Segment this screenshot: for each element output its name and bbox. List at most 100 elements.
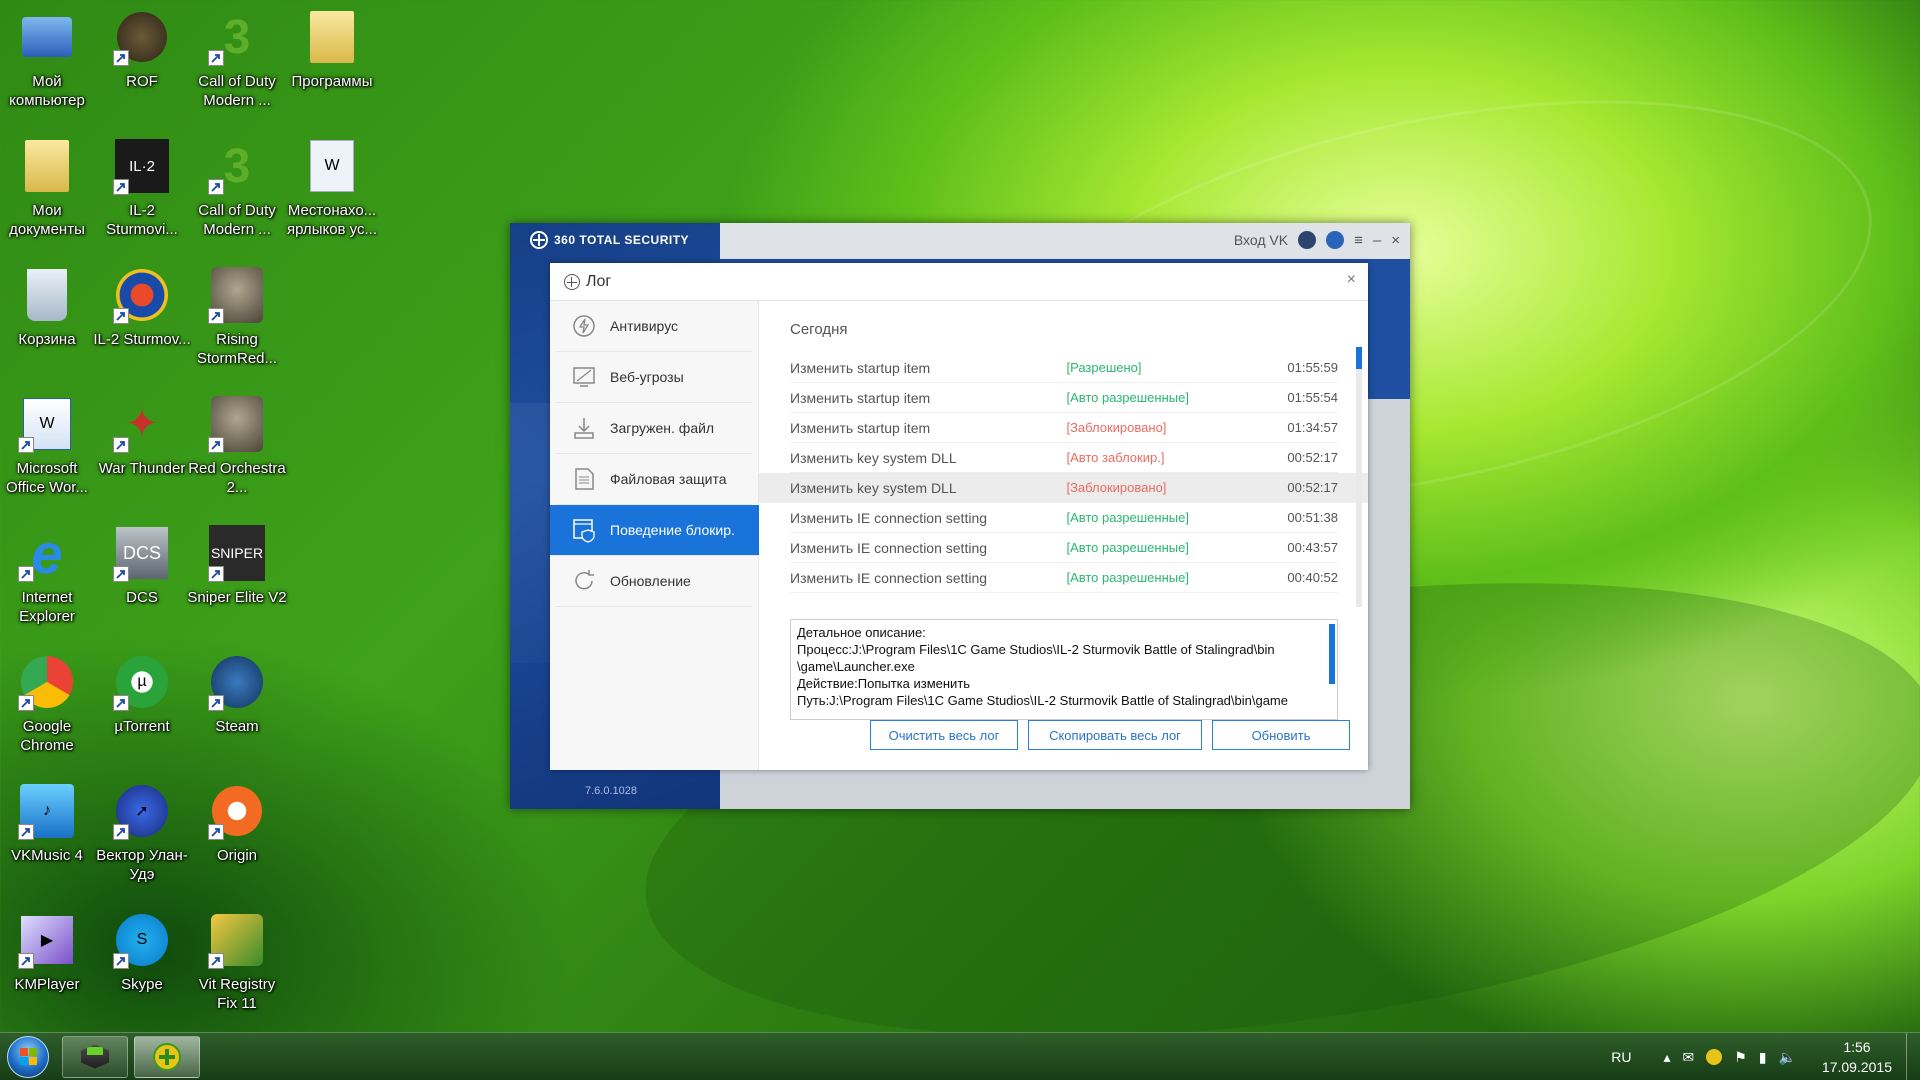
- detail-scrollbar[interactable]: [1329, 624, 1335, 684]
- nav-item-downloaded-file[interactable]: Загружен. файл: [556, 403, 752, 454]
- login-vk-link[interactable]: Вход VK: [1234, 232, 1288, 248]
- log-time: 00:52:17: [1287, 450, 1338, 465]
- log-row[interactable]: Изменить startup item [Авто разрешенные] 0…: [790, 383, 1338, 413]
- log-row[interactable]: Изменить key system DLL [Авто заблокир.] 0…: [790, 443, 1338, 473]
- desktop-icon-label: War Thunder: [98, 460, 186, 477]
- log-scrollbar[interactable]: [1356, 347, 1362, 607]
- taskbar-app-green-cube[interactable]: [62, 1035, 128, 1078]
- desktop-icon-label: Microsoft Office Wor...: [6, 460, 88, 496]
- network-icon[interactable]: ▮: [1759, 1049, 1767, 1066]
- menu-icon[interactable]: ≡: [1354, 232, 1363, 249]
- refresh-button[interactable]: Обновить: [1212, 720, 1350, 750]
- desktop-icon-programs-folder[interactable]: Программы: [285, 6, 379, 134]
- app-brand: 360 TOTAL SECURITY: [530, 231, 689, 249]
- desktop-icon-recycle-bin[interactable]: Корзина: [0, 264, 94, 392]
- plus-circle-icon: [153, 1042, 181, 1071]
- desktop-icon-red-orchestra[interactable]: Red Orchestra 2...: [188, 393, 286, 521]
- desktop-icon-origin[interactable]: Origin: [190, 780, 284, 908]
- shirt-icon[interactable]: [1326, 231, 1345, 249]
- desktop-icon-call-of-duty[interactable]: 3 Call of Duty Modern ...: [190, 6, 284, 134]
- desktop-icon-label: IL-2 Sturmov...: [93, 331, 191, 348]
- shortcut-arrow-icon: [208, 566, 224, 582]
- desktop-icon-vkmusic[interactable]: ♪ VKMusic 4: [0, 780, 94, 908]
- desktop-icon-rof[interactable]: ROF: [95, 6, 189, 134]
- copy-log-button[interactable]: Скопировать весь лог: [1028, 720, 1202, 750]
- desktop-icon-call-of-duty-2[interactable]: 3 Call of Duty Modern ...: [190, 135, 284, 263]
- desktop-icon-kmplayer[interactable]: ▶ KMPlayer: [0, 909, 94, 1037]
- log-time: 01:55:54: [1287, 390, 1338, 405]
- desktop-icon-rising-storm[interactable]: Rising StormRed...: [190, 264, 284, 392]
- desktop-icon-label: Местонахо... ярлыков ус...: [286, 202, 378, 238]
- log-nav: Антивирус Веб-угрозы Загружен. файл Файл…: [550, 301, 759, 770]
- show-hidden-icons[interactable]: ▴: [1663, 1049, 1670, 1066]
- nav-item-update[interactable]: Обновление: [556, 556, 752, 607]
- desktop-icon-vector-ulan-ude[interactable]: ➚ Вектор Улан-Удэ: [95, 780, 189, 908]
- dialog-close-icon[interactable]: ×: [1347, 271, 1356, 289]
- log-status: [Заблокировано]: [1066, 420, 1167, 435]
- nav-item-behavior-blocking[interactable]: Поведение блокир.: [550, 505, 759, 556]
- log-row[interactable]: Изменить startup item [Разрешено] 01:55:59: [790, 353, 1338, 383]
- shortcut-arrow-icon: [113, 179, 129, 195]
- shortcut-arrow-icon: [113, 824, 129, 840]
- shortcut-arrow-icon: [113, 50, 129, 66]
- monitor-icon: [570, 363, 598, 391]
- log-status: [Авто разрешенные]: [1066, 540, 1189, 555]
- desktop-icon-internet-explorer[interactable]: e Internet Explorer: [0, 522, 94, 650]
- desktop-icon-il2-stalingrad[interactable]: IL·2 IL-2 Sturmovi...: [95, 135, 189, 263]
- log-row[interactable]: Изменить key system DLL [Заблокировано] 00…: [759, 473, 1368, 503]
- desktop-icon-label: Steam: [215, 718, 259, 735]
- desktop-icon-steam[interactable]: Steam: [190, 651, 284, 779]
- log-row[interactable]: Изменить IE connection setting [Авто разр…: [790, 563, 1338, 593]
- show-desktop-button[interactable]: [1906, 1033, 1920, 1080]
- desktop-icon-skype[interactable]: S Skype: [95, 909, 189, 1037]
- language-indicator[interactable]: RU: [1611, 1049, 1631, 1065]
- vkmusic-icon: ♪: [16, 780, 78, 842]
- tray-360-icon[interactable]: [1706, 1049, 1723, 1065]
- clock[interactable]: 1:56 17.09.2015: [1822, 1037, 1892, 1077]
- close-icon[interactable]: ×: [1391, 232, 1400, 249]
- brand-logo-icon: [530, 231, 548, 249]
- nav-item-antivirus[interactable]: Антивирус: [556, 301, 752, 352]
- ms-word-icon: W: [16, 393, 78, 455]
- rof-icon: [111, 6, 173, 68]
- desktop-icon-vit-registry-fix[interactable]: Vit Registry Fix 11: [190, 909, 284, 1037]
- desktop-icon-google-chrome[interactable]: Google Chrome: [0, 651, 94, 779]
- start-button[interactable]: [0, 1033, 56, 1080]
- desktop-icon-war-thunder[interactable]: ✦ War Thunder: [95, 393, 189, 521]
- log-row[interactable]: Изменить startup item [Заблокировано] 01:3…: [790, 413, 1338, 443]
- desktop-icon-label: Программы: [291, 73, 373, 90]
- dialog-buttons: Очистить весь лог Скопировать весь лог О…: [870, 720, 1350, 750]
- my-computer-icon: [16, 6, 78, 68]
- desktop-icon-il2-sturmovik[interactable]: IL-2 Sturmov...: [93, 264, 191, 392]
- desktop-icon-shortcut-location[interactable]: W Местонахо... ярлыков ус...: [285, 135, 379, 263]
- flag-icon[interactable]: ⚑: [1734, 1049, 1747, 1066]
- rising-storm-icon: [206, 264, 268, 326]
- desktop-icon-my-documents[interactable]: Мои документы: [0, 135, 94, 263]
- clear-log-button[interactable]: Очистить весь лог: [870, 720, 1018, 750]
- nav-item-file-protection[interactable]: Файловая защита: [556, 454, 752, 505]
- log-row[interactable]: Изменить IE connection setting [Авто разр…: [790, 533, 1338, 563]
- user-icon[interactable]: [1298, 231, 1317, 249]
- nav-item-web-threats[interactable]: Веб-угрозы: [556, 352, 752, 403]
- internet-explorer-icon: e: [16, 522, 78, 585]
- desktop-icon-label: Call of Duty Modern ...: [198, 73, 276, 109]
- taskbar-app-360[interactable]: [134, 1035, 200, 1078]
- minimize-icon[interactable]: –: [1373, 232, 1381, 249]
- desktop-icon-utorrent[interactable]: µ µTorrent: [95, 651, 189, 779]
- shortcut-arrow-icon: [18, 953, 34, 969]
- mail-icon[interactable]: ✉: [1682, 1049, 1694, 1066]
- volume-icon[interactable]: 🔈: [1778, 1049, 1795, 1066]
- desktop-icon-dcs[interactable]: DCS DCS: [95, 522, 189, 650]
- log-time: 00:43:57: [1287, 540, 1338, 555]
- desktop-icon-my-computer[interactable]: Мой компьютер: [0, 6, 94, 134]
- desktop-icon-label: KMPlayer: [14, 976, 80, 993]
- windows-logo-icon: [7, 1035, 49, 1078]
- app-version: 7.6.0.1028: [585, 785, 637, 797]
- desktop-icon-ms-word[interactable]: W Microsoft Office Wor...: [0, 393, 94, 521]
- log-event: Изменить startup item: [790, 389, 931, 406]
- detail-description[interactable]: Детальное описание: Процесс:J:\Program F…: [790, 619, 1338, 720]
- war-thunder-icon: ✦: [111, 393, 173, 455]
- log-event: Изменить IE connection setting: [790, 539, 988, 556]
- log-row[interactable]: Изменить IE connection setting [Авто разр…: [790, 503, 1338, 533]
- desktop-icon-sniper-elite[interactable]: SNIPER Sniper Elite V2: [187, 522, 287, 650]
